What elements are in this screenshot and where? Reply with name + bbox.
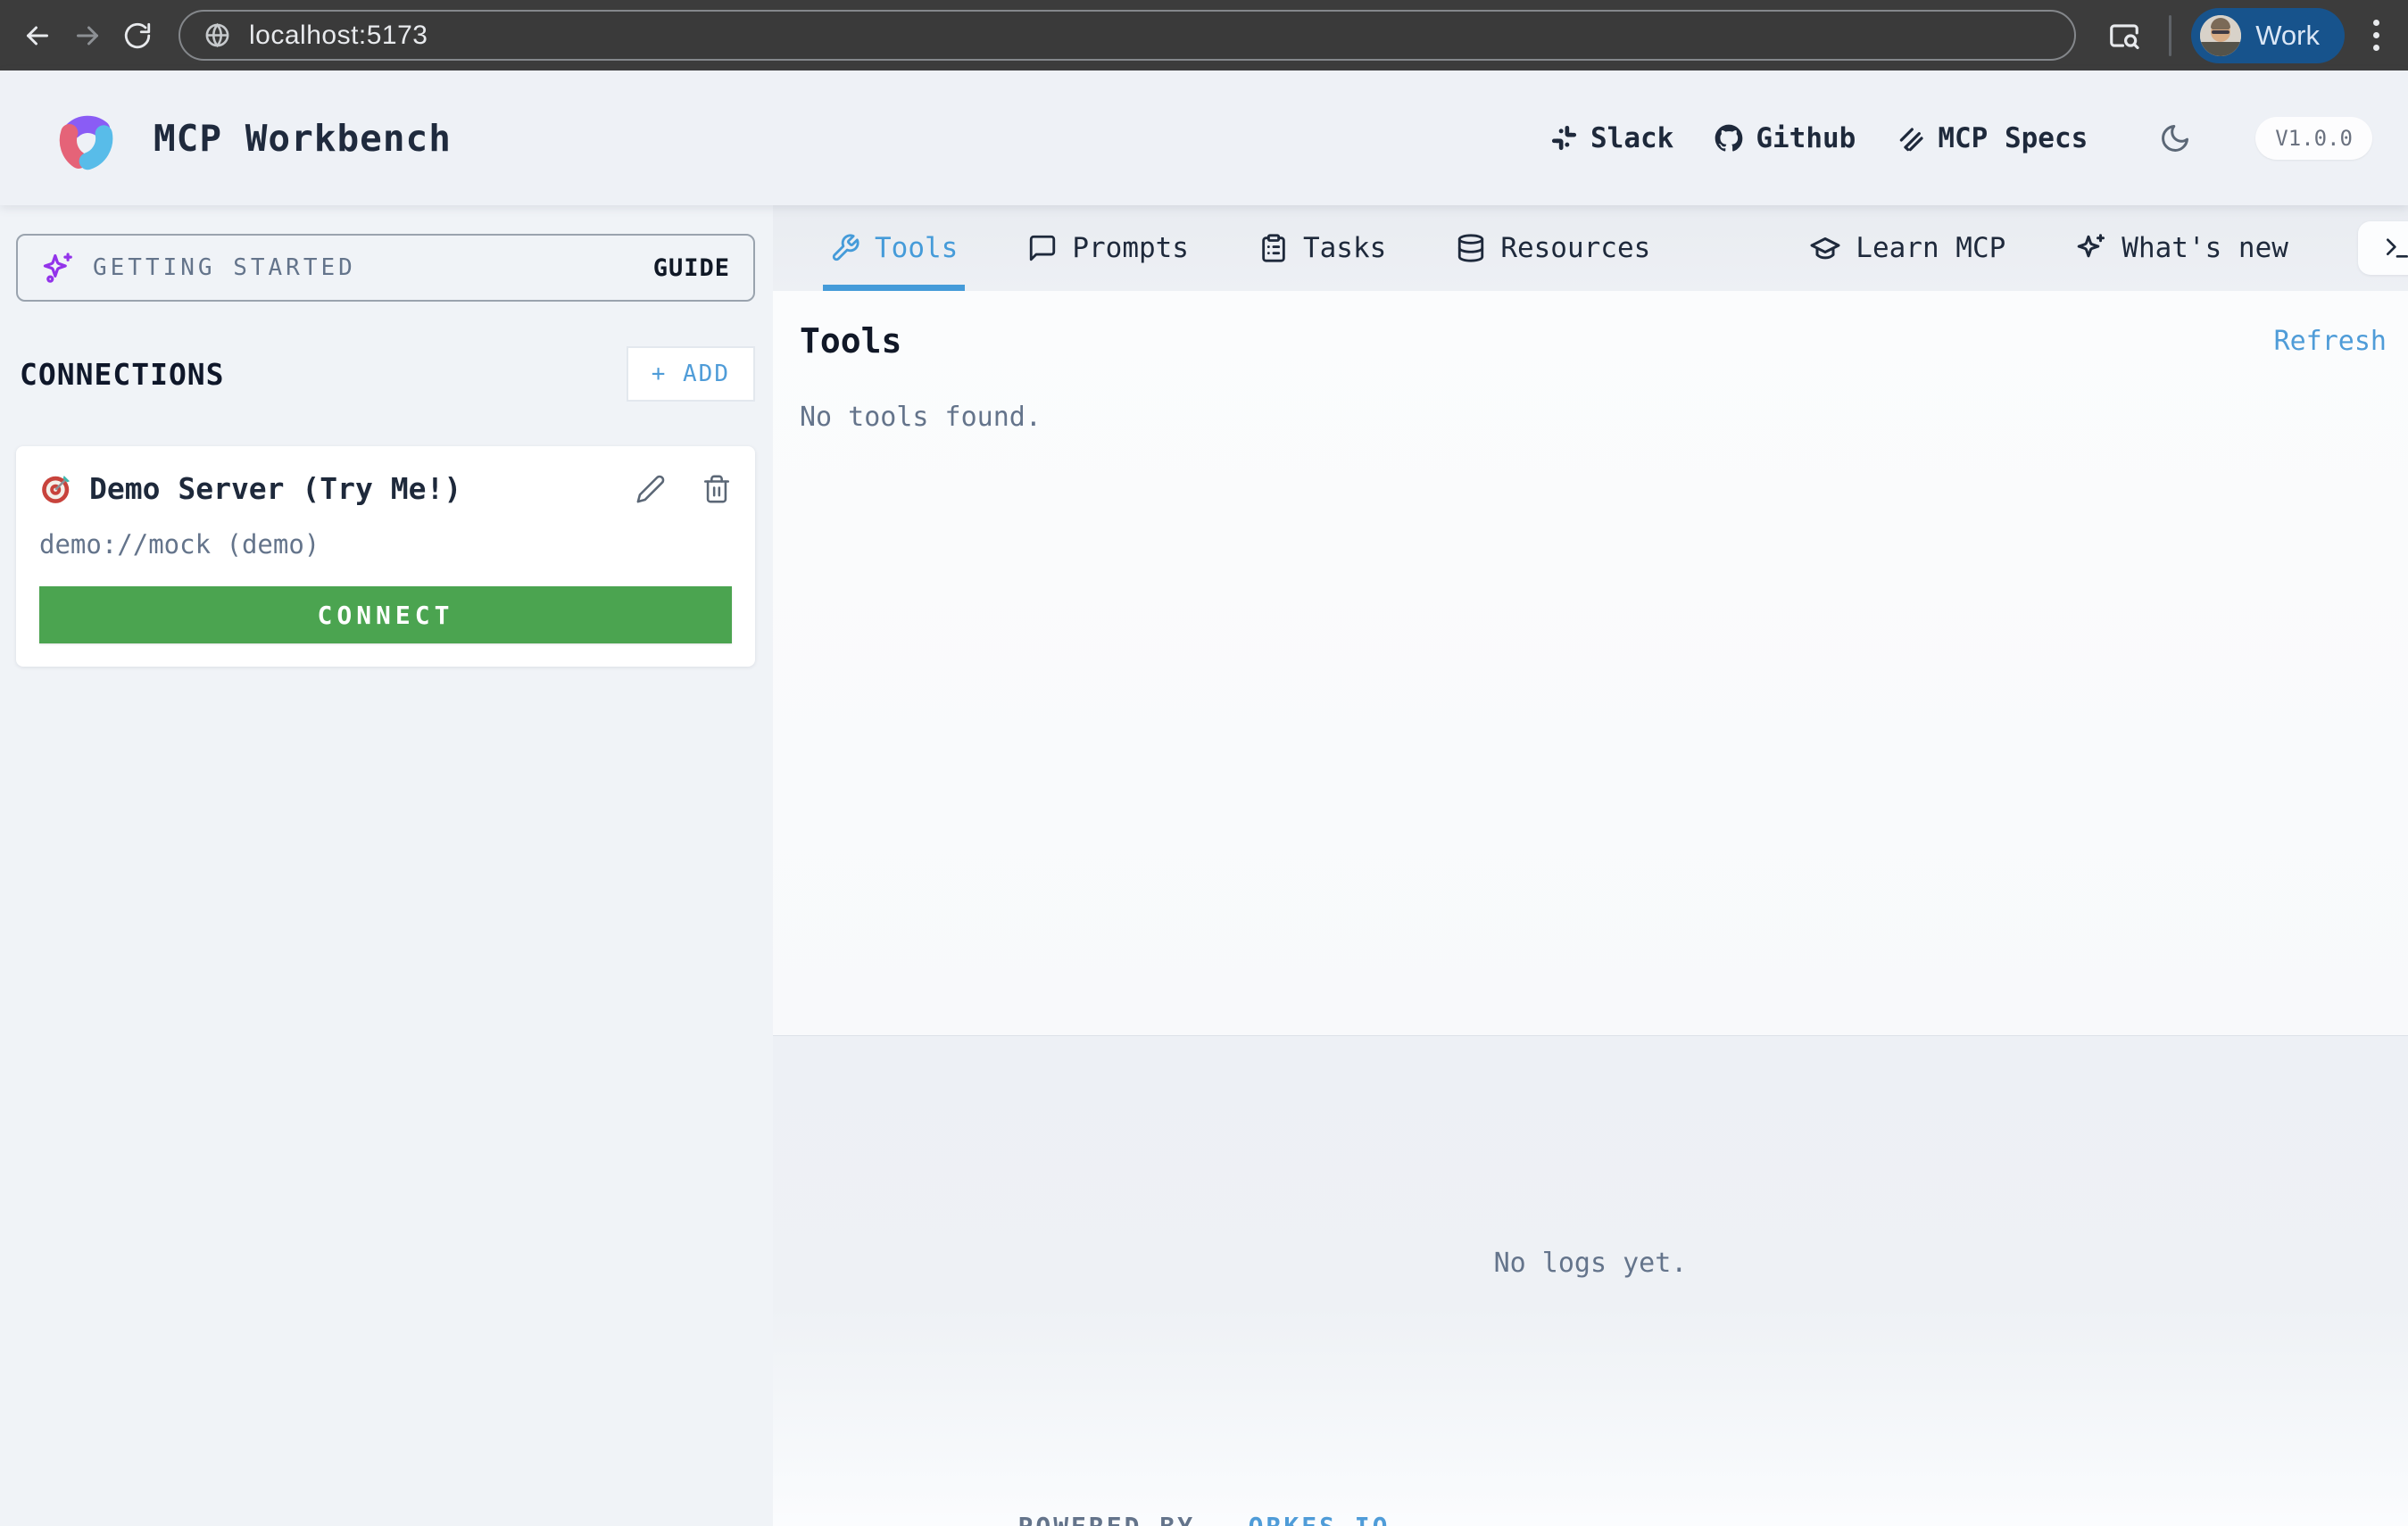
address-bar[interactable]: localhost:5173 bbox=[179, 10, 2076, 61]
search-tabs-icon bbox=[2107, 19, 2141, 53]
profile-label: Work bbox=[2255, 20, 2320, 52]
profile-avatar bbox=[2200, 15, 2241, 56]
connections-heading: CONNECTIONS bbox=[16, 357, 225, 392]
search-tabs-button[interactable] bbox=[2099, 11, 2149, 61]
github-link-label: Github bbox=[1756, 122, 1856, 154]
wrench-icon bbox=[830, 233, 860, 263]
getting-started-label: GETTING STARTED bbox=[93, 254, 356, 281]
theme-toggle-button[interactable] bbox=[2159, 122, 2191, 154]
logs-empty-state: No logs yet. bbox=[1494, 1248, 1688, 1279]
pencil-icon bbox=[635, 474, 666, 504]
target-icon bbox=[39, 472, 73, 506]
tab-resources-label: Resources bbox=[1500, 232, 1650, 264]
delete-server-button[interactable] bbox=[702, 474, 732, 504]
back-arrow-icon bbox=[21, 20, 54, 52]
logs-area: No logs yet. bbox=[773, 1036, 2408, 1526]
logs-button[interactable]: Logs bbox=[2358, 221, 2408, 275]
powered-by-label: POWERED BY bbox=[1017, 1512, 1195, 1526]
reload-icon bbox=[122, 21, 153, 51]
main-panel: Tools Prompts Tasks Resources Learn MCP bbox=[773, 205, 2408, 1526]
tab-learn-mcp-label: Learn MCP bbox=[1856, 232, 2005, 264]
forward-arrow-icon bbox=[71, 20, 104, 52]
sparkles-purple-icon bbox=[41, 251, 75, 285]
brand: MCP Workbench bbox=[50, 102, 452, 175]
github-icon bbox=[1715, 124, 1743, 153]
edit-server-button[interactable] bbox=[635, 474, 666, 504]
speech-bubble-icon bbox=[1027, 233, 1058, 263]
tools-panel: Tools Refresh No tools found. bbox=[773, 291, 2408, 1036]
version-badge: V1.0.0 bbox=[2255, 117, 2372, 160]
browser-back-button[interactable] bbox=[12, 11, 62, 61]
footer: POWERED BY ORKES.IO bbox=[0, 1512, 2408, 1526]
chrome-divider bbox=[2169, 15, 2171, 56]
tab-bar: Tools Prompts Tasks Resources Learn MCP bbox=[773, 205, 2408, 291]
mcp-specs-icon bbox=[1897, 124, 1925, 153]
server-card: Demo Server (Try Me!) demo://mock (demo)… bbox=[16, 446, 755, 667]
tab-whats-new-label: What's new bbox=[2122, 232, 2288, 264]
connect-button[interactable]: CONNECT bbox=[39, 586, 732, 643]
tab-tasks-label: Tasks bbox=[1303, 232, 1386, 264]
browser-reload-button[interactable] bbox=[112, 11, 162, 61]
tab-whats-new[interactable]: What's new bbox=[2075, 205, 2288, 291]
moon-icon bbox=[2159, 122, 2191, 154]
graduation-cap-icon bbox=[1809, 232, 1841, 264]
mcp-specs-link[interactable]: MCP Specs bbox=[1897, 122, 2088, 154]
browser-chrome: localhost:5173 Work bbox=[0, 0, 2408, 70]
slack-link-label: Slack bbox=[1590, 122, 1673, 154]
add-connection-button[interactable]: + ADD bbox=[627, 346, 755, 402]
slack-icon bbox=[1550, 124, 1578, 152]
trash-icon bbox=[702, 474, 732, 504]
tab-prompts[interactable]: Prompts bbox=[1027, 205, 1189, 291]
sidebar: GETTING STARTED GUIDE CONNECTIONS + ADD … bbox=[0, 205, 773, 1526]
mcp-workbench-logo-icon bbox=[50, 102, 123, 175]
app-header: MCP Workbench Slack Github MCP Specs V1.… bbox=[0, 70, 2408, 205]
clipboard-icon bbox=[1258, 233, 1289, 263]
tab-learn-mcp[interactable]: Learn MCP bbox=[1809, 205, 2005, 291]
slack-link[interactable]: Slack bbox=[1550, 122, 1673, 154]
mcp-specs-link-label: MCP Specs bbox=[1938, 122, 2088, 154]
getting-started-banner[interactable]: GETTING STARTED GUIDE bbox=[16, 234, 755, 302]
tools-empty-state: No tools found. bbox=[800, 402, 2387, 433]
globe-icon bbox=[203, 21, 231, 49]
guide-link[interactable]: GUIDE bbox=[653, 254, 730, 282]
browser-menu-button[interactable] bbox=[2364, 14, 2388, 56]
mcp-workbench-page: localhost:5173 Work bbox=[0, 0, 2408, 1526]
tab-resources[interactable]: Resources bbox=[1456, 205, 1650, 291]
terminal-icon bbox=[2383, 234, 2408, 262]
browser-forward-button[interactable] bbox=[62, 11, 112, 61]
url-text: localhost:5173 bbox=[249, 21, 428, 51]
tab-tools-label: Tools bbox=[875, 232, 958, 264]
sparkles-icon bbox=[2075, 232, 2107, 264]
page-title: MCP Workbench bbox=[154, 117, 452, 160]
server-url: demo://mock (demo) bbox=[39, 529, 732, 560]
tab-tasks[interactable]: Tasks bbox=[1258, 205, 1386, 291]
tab-tools[interactable]: Tools bbox=[830, 205, 958, 291]
orkes-link[interactable]: ORKES.IO bbox=[1249, 1512, 1391, 1526]
server-name: Demo Server (Try Me!) bbox=[89, 471, 461, 506]
github-link[interactable]: Github bbox=[1715, 122, 1856, 154]
refresh-link[interactable]: Refresh bbox=[2274, 326, 2387, 357]
tools-heading: Tools bbox=[800, 321, 901, 361]
tab-prompts-label: Prompts bbox=[1072, 232, 1189, 264]
database-icon bbox=[1456, 233, 1486, 263]
browser-profile-button[interactable]: Work bbox=[2191, 8, 2345, 63]
